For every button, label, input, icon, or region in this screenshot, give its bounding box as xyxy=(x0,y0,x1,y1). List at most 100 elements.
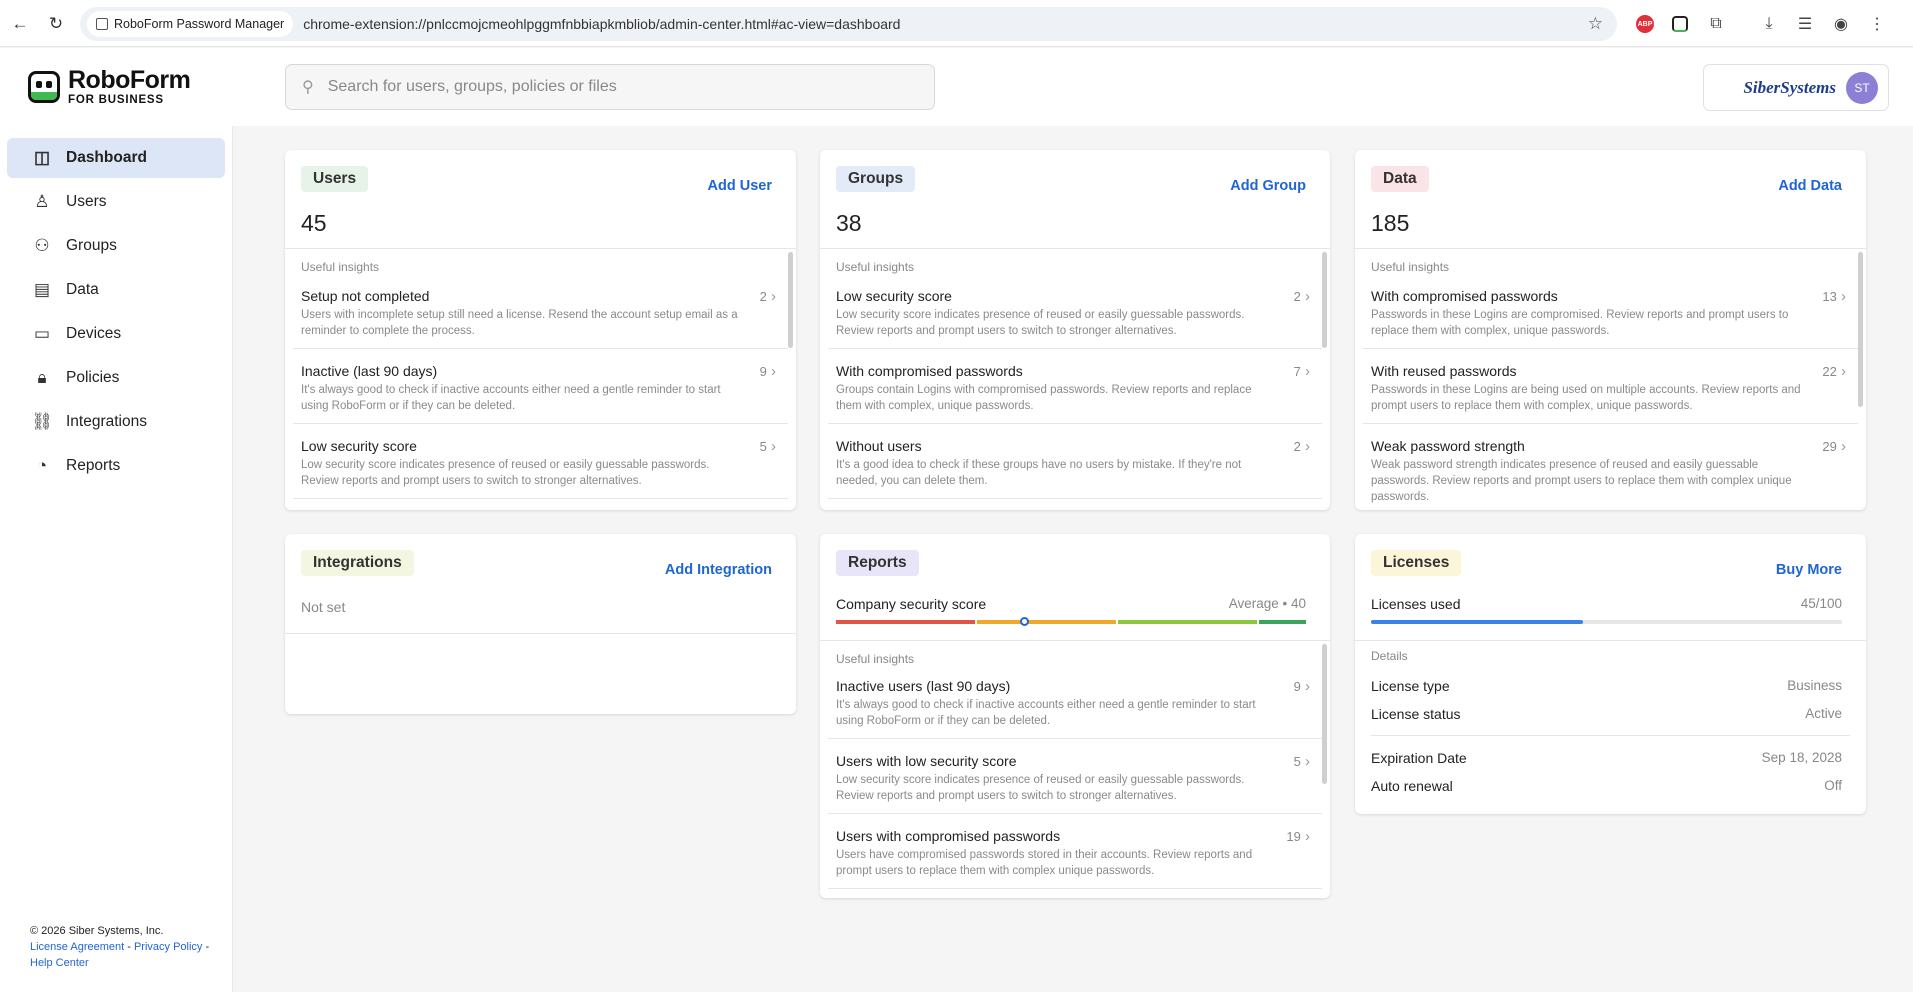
url-text[interactable]: chrome-extension://pnlccmojcmeohlpggmfnb… xyxy=(303,16,900,32)
add-data-button[interactable]: Add Data xyxy=(1778,178,1842,194)
insight-description: Low security score indicates presence of… xyxy=(836,774,1245,802)
security-score-marker xyxy=(1020,617,1029,626)
insight-count: 22 xyxy=(1822,363,1846,380)
data-count: 185 xyxy=(1371,210,1410,236)
insight-description: Users have compromised passwords stored … xyxy=(836,849,1253,877)
adblock-label: ABP xyxy=(1636,15,1654,33)
sidebar-item-dashboard[interactable]: ◫ Dashboard xyxy=(7,138,225,178)
copyright-text: © 2026 Siber Systems, Inc. xyxy=(30,925,164,937)
groups-count: 38 xyxy=(836,210,862,236)
puzzle-piece-icon xyxy=(96,18,108,30)
back-arrow-icon[interactable]: ← xyxy=(8,12,32,36)
insight-title: Inactive users (last 90 days) xyxy=(836,678,1011,694)
reload-icon[interactable]: ↻ xyxy=(44,12,68,36)
extensions-icon[interactable]: ⧉ xyxy=(1705,13,1727,35)
add-group-button[interactable]: Add Group xyxy=(1230,178,1306,194)
list-item[interactable]: With compromised passwords Passwords in t… xyxy=(1371,288,1846,339)
lock-icon: 🔒︎ xyxy=(37,368,47,387)
insight-title: Weak password strength xyxy=(1371,438,1525,454)
profile-icon[interactable]: ◉ xyxy=(1830,13,1852,35)
roboform-logo[interactable]: RoboForm FOR BUSINESS xyxy=(28,66,191,107)
sidebar-item-label: Devices xyxy=(66,325,122,342)
chart-icon: ◔ xyxy=(36,456,48,475)
licenses-used-value: 45/100 xyxy=(1800,596,1842,611)
list-item[interactable]: With compromised passwords Groups contain… xyxy=(836,363,1310,414)
download-icon[interactable]: ⤓ xyxy=(1758,13,1780,35)
insights-label: Useful insights xyxy=(836,652,915,666)
sidebar-item-policies[interactable]: 🔒︎ Policies xyxy=(7,358,225,398)
list-item[interactable]: Users with compromised passwords Users ha… xyxy=(836,828,1310,879)
scrollbar[interactable] xyxy=(1322,644,1327,784)
insight-count: 7 xyxy=(1294,363,1310,380)
reports-card: Reports Company security score Average • … xyxy=(820,534,1330,898)
roboform-extension-icon[interactable] xyxy=(1669,13,1691,35)
buy-more-button[interactable]: Buy More xyxy=(1776,562,1842,578)
link-icon: ⛓ xyxy=(31,412,53,431)
list-item[interactable]: Inactive users (last 90 days) It's always… xyxy=(836,678,1310,729)
insight-title: With reused passwords xyxy=(1371,363,1517,379)
browser-toolbar: ← ↻ RoboForm Password Manager chrome-ext… xyxy=(0,0,1913,47)
data-badge: Data xyxy=(1371,166,1429,192)
scrollbar[interactable] xyxy=(788,252,793,348)
sidebar-item-reports[interactable]: ◔ Reports xyxy=(7,446,225,486)
bookmark-star-icon[interactable]: ☆ xyxy=(1588,14,1603,34)
list-item[interactable]: Low security score Low security score ind… xyxy=(301,438,776,489)
license-agreement-link[interactable]: License Agreement xyxy=(30,941,124,953)
list-item[interactable]: Without users It's a good idea to check i… xyxy=(836,438,1310,489)
list-item[interactable]: Weak password strength Weak password stre… xyxy=(1371,438,1846,505)
insight-count: 13 xyxy=(1822,288,1846,305)
insight-description: Groups contain Logins with compromised p… xyxy=(836,384,1252,412)
sidebar-item-label: Data xyxy=(66,281,99,298)
list-item[interactable]: Low security score Low security score ind… xyxy=(836,288,1310,339)
help-center-link[interactable]: Help Center xyxy=(30,955,209,971)
monitor-icon: ▭ xyxy=(33,324,51,343)
auto-renewal-value: Off xyxy=(1824,778,1842,793)
expiration-value: Sep 18, 2028 xyxy=(1761,750,1842,765)
privacy-policy-link[interactable]: Privacy Policy xyxy=(134,941,202,953)
add-user-button[interactable]: Add User xyxy=(708,178,772,194)
licenses-used-progress xyxy=(1371,620,1842,624)
groups-icon: ⚇ xyxy=(34,236,50,255)
logo-title: RoboForm xyxy=(68,66,191,94)
adblock-icon[interactable]: ABP xyxy=(1634,13,1656,35)
security-score-row: Company security score Average • 40 xyxy=(836,596,1306,612)
sidebar-item-groups[interactable]: ⚇ Groups xyxy=(7,226,225,266)
address-bar[interactable]: RoboForm Password Manager chrome-extensi… xyxy=(80,7,1617,41)
licenses-used-fill xyxy=(1371,620,1583,624)
insight-description: Low security score indicates presence of… xyxy=(301,459,710,487)
sidebar-item-label: Users xyxy=(66,193,107,210)
menu-kebab-icon[interactable]: ⋮ xyxy=(1866,13,1888,35)
avatar[interactable]: ST xyxy=(1846,71,1878,104)
list-item[interactable]: With reused passwords Passwords in these … xyxy=(1371,363,1846,414)
insight-title: Users with compromised passwords xyxy=(836,828,1061,844)
company-name: SiberSystems xyxy=(1743,77,1836,97)
file-icon: ▤ xyxy=(33,280,51,299)
media-control-icon[interactable]: ☰ xyxy=(1794,13,1816,35)
search-box[interactable]: ⚲ xyxy=(285,64,935,110)
list-item[interactable]: Users with low security score Low securit… xyxy=(836,753,1310,804)
sidebar-item-label: Dashboard xyxy=(66,149,147,166)
sidebar-item-integrations[interactable]: ⛓ Integrations xyxy=(7,402,225,442)
sidebar-item-data[interactable]: ▤ Data xyxy=(7,270,225,310)
sidebar-item-devices[interactable]: ▭ Devices xyxy=(7,314,225,354)
scrollbar[interactable] xyxy=(1322,252,1327,348)
insight-description: Passwords in these Logins are compromise… xyxy=(1371,309,1789,337)
sidebar: ◫ Dashboard ♙ Users ⚇ Groups ▤ Data ▭ Devices… xyxy=(0,126,233,992)
scrollbar[interactable] xyxy=(1858,252,1863,407)
search-input[interactable] xyxy=(327,78,888,96)
licenses-used-row: Licenses used 45/100 xyxy=(1371,596,1842,612)
insight-count: 9 xyxy=(760,363,776,380)
sidebar-item-label: Reports xyxy=(66,457,121,474)
integrations-badge: Integrations xyxy=(301,550,414,576)
footer-separator: - xyxy=(202,941,210,953)
list-item[interactable]: Setup not completed Users with incomplete… xyxy=(301,288,776,339)
list-item[interactable]: Inactive (last 90 days) It's always good … xyxy=(301,363,776,414)
company-account[interactable]: SiberSystems ST xyxy=(1703,64,1889,111)
security-score-label: Company security score xyxy=(836,596,987,612)
sidebar-item-users[interactable]: ♙ Users xyxy=(7,182,225,222)
site-chip[interactable]: RoboForm Password Manager xyxy=(87,11,294,37)
license-type-label: License type xyxy=(1371,678,1450,694)
insight-title: With compromised passwords xyxy=(1371,288,1558,304)
users-count: 45 xyxy=(301,210,327,236)
add-integration-button[interactable]: Add Integration xyxy=(665,562,772,578)
